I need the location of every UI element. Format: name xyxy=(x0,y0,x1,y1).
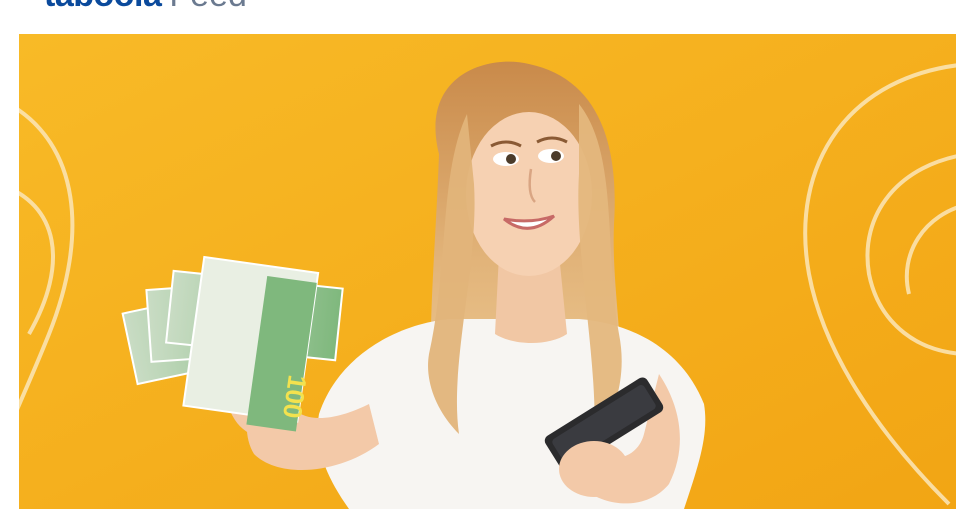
woman-right-hand xyxy=(559,441,629,497)
feed-page: taboola Feed xyxy=(0,0,957,509)
woman-face xyxy=(466,112,592,276)
woman-holding-money-and-phone-icon: 100 xyxy=(19,34,956,509)
svg-text:100: 100 xyxy=(277,373,313,420)
feed-label: Feed xyxy=(169,0,247,12)
taboola-feed-logo[interactable]: taboola Feed xyxy=(44,0,247,12)
taboola-logo-text: taboola xyxy=(44,0,162,12)
sponsored-ad-image[interactable]: 100 xyxy=(19,34,956,509)
